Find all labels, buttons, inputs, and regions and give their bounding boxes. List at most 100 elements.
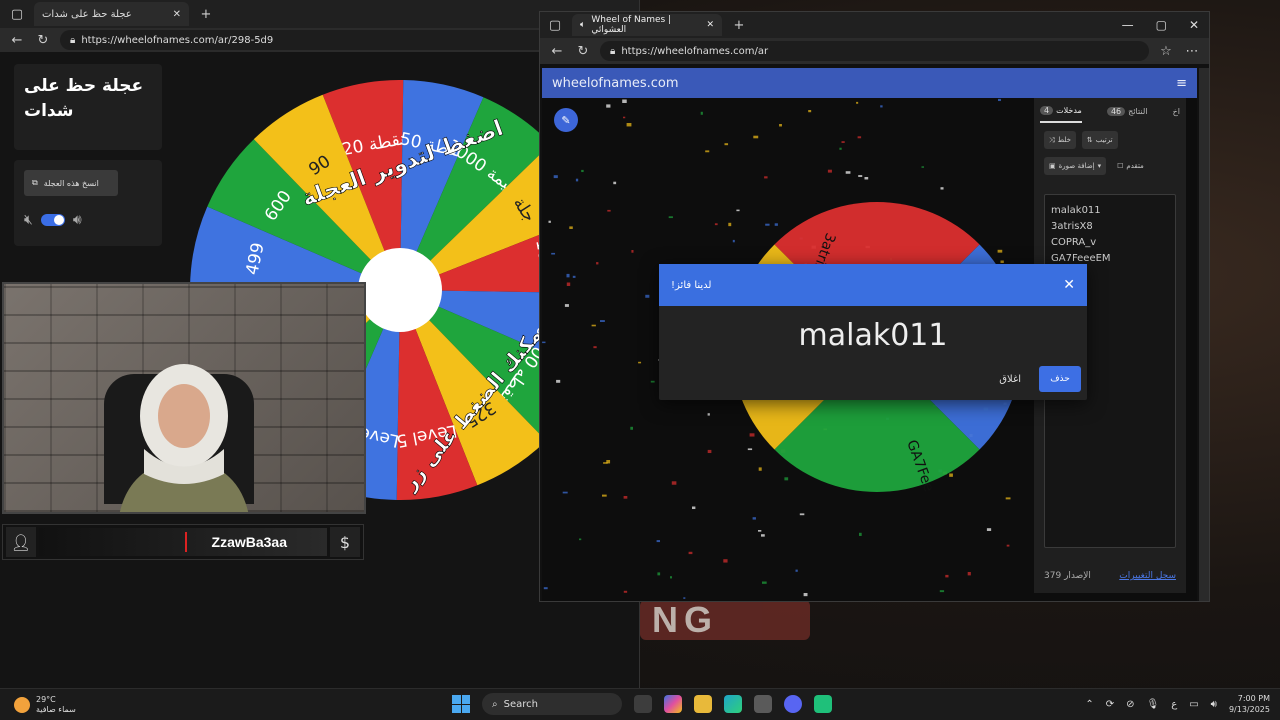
site-name[interactable]: wheelofnames.com — [552, 76, 679, 91]
close-tab-icon[interactable]: ✕ — [706, 20, 714, 30]
edit-icon[interactable]: ✎ — [554, 108, 578, 132]
sort-button[interactable]: ⇅ ترتيب — [1081, 131, 1118, 149]
wheel-center[interactable] — [358, 248, 442, 332]
system-tray: ⌃ ⟳ ⊘ 🎙︎ ع ▭ 🔊︎ 7:00 PM 9/13/2025 — [1085, 693, 1270, 715]
tab-other-label: اخ — [1172, 107, 1180, 116]
search-icon: ⌕ — [492, 698, 498, 710]
close-icon[interactable]: ✕ — [1063, 277, 1075, 293]
dialog-buttons: اغلاق حذف — [999, 366, 1081, 392]
microphone-icon[interactable]: 🎙︎ — [1147, 699, 1160, 710]
volume-icon[interactable]: 🔊︎ — [73, 212, 82, 228]
back-icon[interactable]: ← — [548, 44, 566, 59]
new-tab-icon[interactable]: + — [730, 18, 748, 33]
close-tab-icon[interactable]: ✕ — [173, 9, 181, 20]
app-icon[interactable] — [814, 695, 832, 713]
clock[interactable]: 7:00 PM 9/13/2025 — [1229, 693, 1270, 715]
network-off-icon[interactable]: ⊘ — [1126, 699, 1134, 710]
close-window-icon[interactable]: ✕ — [1189, 18, 1199, 32]
changelog-link[interactable]: سجل التغييرات — [1119, 571, 1176, 581]
close-button[interactable]: اغلاق — [999, 374, 1021, 385]
confetti-piece — [683, 597, 686, 599]
mute-icon[interactable]: 🔇︎ — [24, 212, 33, 228]
taskbar: 29°C سماء صافية ⌕ Search ⌃ ⟳ ⊘ 🎙︎ ع ▭ 🔊︎… — [0, 688, 1280, 720]
page-scrollbar[interactable] — [1199, 68, 1209, 601]
version-label: الإصدار — [1064, 571, 1091, 581]
webcam-feed — [2, 282, 366, 514]
sync-icon[interactable]: ⟳ — [1106, 699, 1114, 710]
minimize-icon[interactable]: — — [1122, 18, 1134, 32]
display-icon[interactable]: ▭ — [1189, 699, 1198, 710]
refresh-icon[interactable]: ↻ — [34, 33, 52, 48]
hamburger-menu-icon[interactable]: ≡ — [1176, 76, 1187, 91]
tab-results-label: النتائج — [1128, 107, 1148, 116]
entries-count-badge: 4 — [1040, 106, 1054, 115]
panel-options-row: ▣ إضافة صورة ▾ ☐ متقدم — [1034, 149, 1186, 175]
sort-icon: ⇅ — [1086, 136, 1093, 144]
confetti-piece — [803, 593, 808, 597]
more-icon[interactable]: ⋯ — [1183, 44, 1201, 59]
tab-actions-icon[interactable]: ▢ — [546, 18, 564, 33]
tab-actions-icon[interactable]: ▢ — [8, 7, 26, 22]
add-image-button[interactable]: ▣ إضافة صورة ▾ — [1044, 157, 1107, 175]
remove-button[interactable]: حذف — [1039, 366, 1081, 392]
store-icon[interactable] — [754, 695, 772, 713]
confetti-piece — [827, 169, 832, 173]
language-indicator[interactable]: ع — [1171, 699, 1177, 710]
right-url-field[interactable]: 🔒︎ https://wheelofnames.com/ar — [600, 41, 1149, 61]
favorite-icon[interactable]: ☆ — [1157, 44, 1175, 59]
confetti-piece — [548, 220, 551, 223]
shuffle-button[interactable]: ⤨ خلط — [1044, 131, 1076, 149]
edge-icon[interactable] — [724, 695, 742, 713]
confetti-piece — [945, 574, 949, 578]
confetti-piece — [986, 528, 992, 531]
maximize-icon[interactable]: ▢ — [1156, 18, 1167, 32]
discord-icon[interactable] — [784, 695, 802, 713]
chevron-up-icon[interactable]: ⌃ — [1085, 699, 1093, 710]
copy-wheel-button[interactable]: ⧉ انسخ هذه العجلة — [24, 170, 118, 196]
confetti-piece — [808, 110, 812, 113]
confetti-piece — [799, 513, 805, 516]
add-image-label: إضافة صورة — [1058, 162, 1095, 170]
tab-other[interactable]: اخ — [1173, 106, 1180, 123]
confetti-piece — [761, 534, 765, 537]
confetti-piece — [705, 150, 710, 153]
url-text: https://wheelofnames.com/ar/298-5d9 — [81, 34, 274, 46]
lock-icon: 🔒︎ — [610, 45, 616, 57]
back-icon[interactable]: ← — [8, 33, 26, 48]
url-text: https://wheelofnames.com/ar — [621, 45, 769, 57]
entry-item: COPRA_v — [1051, 237, 1097, 248]
confetti-piece — [562, 491, 568, 494]
sound-toggle[interactable] — [40, 214, 65, 226]
taskbar-search[interactable]: ⌕ Search — [482, 693, 622, 715]
left-url-field[interactable]: 🔒︎ https://wheelofnames.com/ar/298-5d9 — [60, 30, 605, 50]
weather-widget[interactable]: 29°C سماء صافية — [0, 695, 76, 715]
confetti-piece — [856, 101, 859, 104]
confetti-piece — [857, 136, 862, 139]
taskbar-apps: ⌕ Search — [452, 693, 832, 715]
new-tab-icon[interactable]: + — [197, 7, 215, 22]
panel-tabs: اخ النتائج 46 مدخلات 4 — [1034, 98, 1186, 123]
refresh-icon[interactable]: ↻ — [574, 44, 592, 59]
speaker-icon[interactable]: 🔈︎ — [580, 20, 585, 30]
confetti-piece — [967, 572, 971, 576]
chevron-down-icon: ▾ — [1097, 162, 1102, 170]
volume-icon[interactable]: 🔊︎ — [1211, 699, 1217, 710]
entry-item: malak011 — [1051, 205, 1101, 216]
left-tab[interactable]: عجلة حظ على شدات ✕ — [34, 2, 189, 26]
confetti-piece — [700, 111, 703, 115]
right-tab[interactable]: 🔈︎ Wheel of Names | العشوائي ✕ — [572, 14, 722, 36]
advanced-checkbox[interactable]: ☐ متقدم — [1112, 157, 1149, 175]
confetti-piece — [688, 551, 693, 555]
confetti-piece — [623, 116, 626, 119]
tab-results[interactable]: النتائج 46 — [1106, 106, 1148, 123]
file-explorer-icon[interactable] — [694, 695, 712, 713]
confetti-piece — [591, 324, 596, 327]
confetti-piece — [753, 135, 759, 139]
confetti-piece — [779, 124, 782, 127]
tab-entries[interactable]: مدخلات 4 — [1040, 106, 1082, 123]
task-view-icon[interactable] — [634, 695, 652, 713]
confetti-piece — [630, 426, 633, 430]
windows-start-icon[interactable] — [452, 695, 470, 713]
copilot-icon[interactable] — [664, 695, 682, 713]
panel-footer: 379 الإصدار سجل التغييرات — [1044, 571, 1176, 581]
